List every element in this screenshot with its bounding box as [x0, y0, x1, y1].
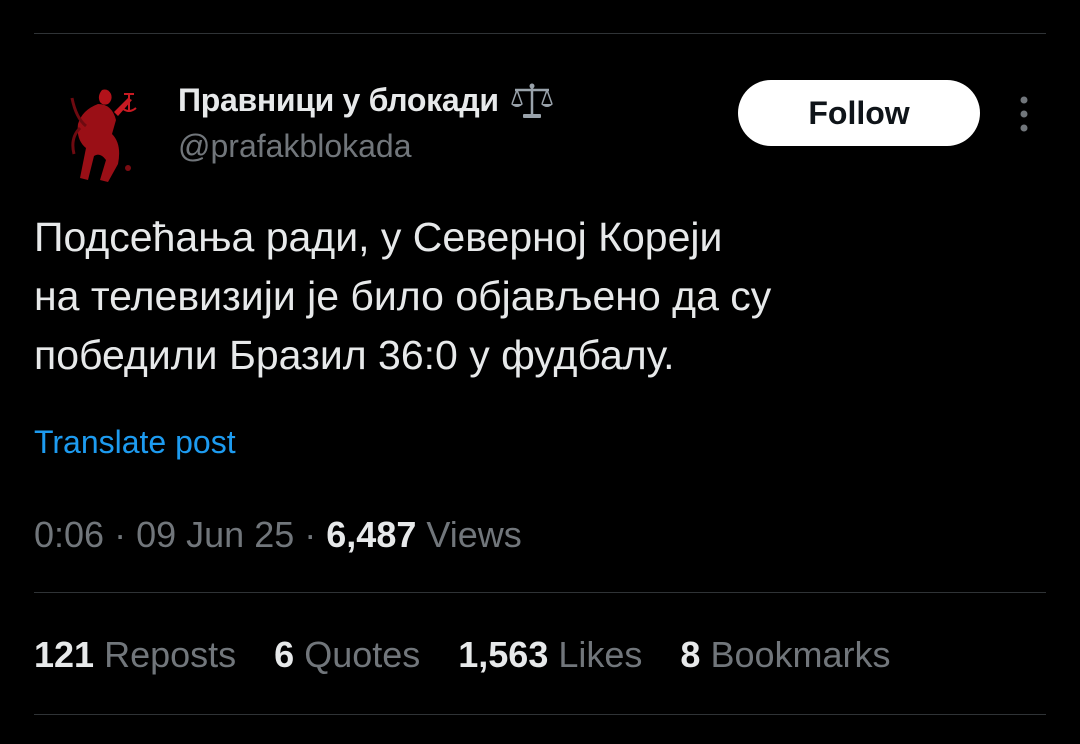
translate-post-link[interactable]: Translate post: [34, 424, 236, 461]
views-count: 6,487: [326, 514, 417, 555]
quotes-label: Quotes: [304, 634, 421, 675]
engagement-stats: 121 Reposts 6 Quotes 1,563 Likes 8 Bookmarks: [34, 634, 891, 676]
tweet-date[interactable]: 09 Jun 25: [136, 514, 294, 555]
tweet-text: Подсећања ради, у Северној Кореји на тел…: [34, 214, 772, 378]
author-handle[interactable]: @prafakblokada: [178, 128, 412, 165]
more-options-icon[interactable]: [1012, 92, 1036, 136]
reposts-stat[interactable]: 121 Reposts: [34, 634, 236, 676]
stats-divider-top: [34, 592, 1046, 593]
stats-divider-bottom: [34, 714, 1046, 715]
bookmarks-stat[interactable]: 8 Bookmarks: [680, 634, 890, 676]
likes-label: Likes: [558, 634, 643, 675]
follow-button[interactable]: Follow: [738, 80, 980, 146]
meta-separator: ·: [304, 514, 317, 555]
avatar-image: [58, 68, 144, 186]
avatar[interactable]: [58, 68, 144, 186]
likes-stat[interactable]: 1,563 Likes: [458, 634, 642, 676]
likes-count: 1,563: [458, 634, 549, 675]
reposts-label: Reposts: [104, 634, 237, 675]
bookmarks-count: 8: [680, 634, 701, 675]
scales-icon: [509, 80, 555, 120]
author-name-row[interactable]: Правници у блокади: [178, 80, 555, 120]
meta-separator: ·: [114, 514, 127, 555]
top-divider: [34, 33, 1046, 34]
reposts-count: 121: [34, 634, 95, 675]
author-display-name[interactable]: Правници у блокади: [178, 82, 499, 119]
tweet-time[interactable]: 0:06: [34, 514, 104, 555]
tweet-meta: 0:06 · 09 Jun 25 · 6,487 Views: [34, 514, 522, 556]
views-label: Views: [426, 514, 522, 555]
quotes-stat[interactable]: 6 Quotes: [274, 634, 420, 676]
bookmarks-label: Bookmarks: [710, 634, 891, 675]
quotes-count: 6: [274, 634, 295, 675]
